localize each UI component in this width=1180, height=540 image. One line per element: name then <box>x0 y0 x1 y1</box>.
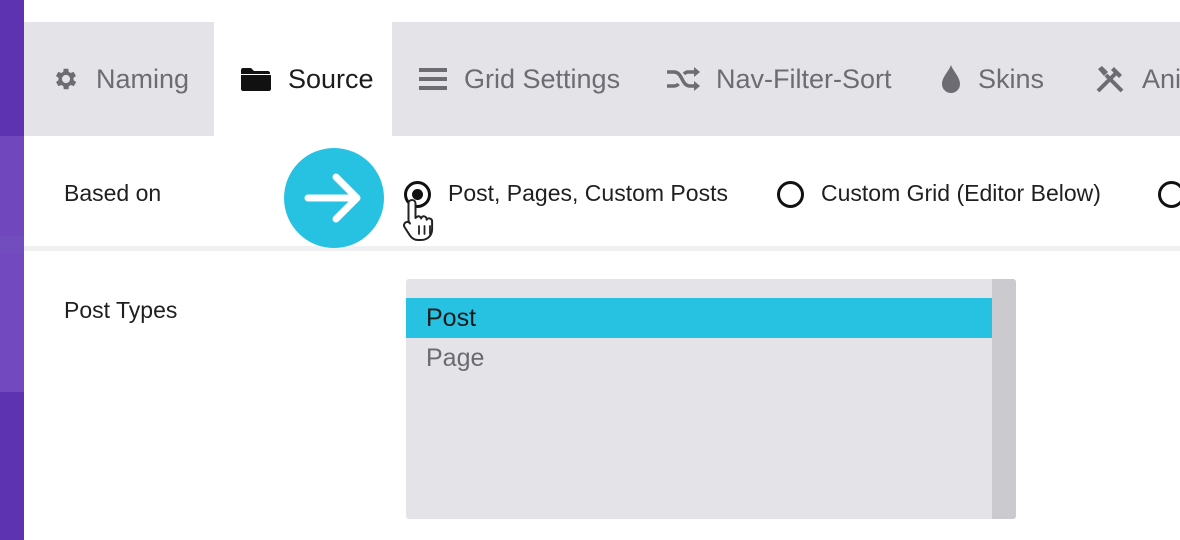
tab-label: Naming <box>96 63 190 94</box>
tab-source[interactable]: Source <box>214 22 392 136</box>
tab-nav-filter-sort[interactable]: Nav-Filter-Sort <box>666 22 916 136</box>
tab-label: Source <box>288 63 374 94</box>
based-on-label: Based on <box>64 180 162 206</box>
tab-grid-settings[interactable]: Grid Settings <box>392 22 646 136</box>
sidebar-segment-active <box>0 254 24 392</box>
settings-tab-bar: Naming Source Grid Settings Nav-Filter-S… <box>24 22 1180 136</box>
tab-naming[interactable]: Naming <box>24 22 214 136</box>
folder-icon <box>240 66 272 92</box>
sidebar-segment <box>0 0 24 136</box>
radio-custom-grid[interactable] <box>777 181 804 208</box>
sidebar-segment <box>0 392 24 540</box>
left-sidebar-strip <box>0 0 24 540</box>
listbox-scrollbar[interactable] <box>992 279 1016 519</box>
tab-label: Grid Settings <box>464 63 621 94</box>
row-divider <box>24 246 1180 251</box>
radio-third-option[interactable] <box>1158 181 1180 208</box>
gear-icon <box>52 65 80 93</box>
arrow-right-icon <box>284 148 384 248</box>
list-item-page[interactable]: Page <box>406 338 992 378</box>
radio-label-post-pages-custom[interactable]: Post, Pages, Custom Posts <box>448 180 728 207</box>
tab-label: Skins <box>978 63 1045 94</box>
list-item-post[interactable]: Post <box>406 298 992 338</box>
hand-pointer-icon <box>402 199 434 241</box>
sidebar-segment-gap <box>0 236 24 254</box>
tab-label: Nav-Filter-Sort <box>716 63 892 94</box>
tools-icon <box>1094 63 1126 95</box>
radio-label-custom-grid[interactable]: Custom Grid (Editor Below) <box>821 180 1101 207</box>
drop-icon <box>940 64 962 94</box>
sidebar-segment-active <box>0 136 24 236</box>
tab-animations[interactable]: Ani <box>1094 22 1180 136</box>
tab-skins[interactable]: Skins <box>940 22 1090 136</box>
post-types-label: Post Types <box>64 297 178 323</box>
menu-icon <box>418 66 448 92</box>
tab-label: Ani <box>1142 63 1180 94</box>
shuffle-icon <box>666 66 700 92</box>
post-types-listbox[interactable]: Post Page <box>406 279 1016 519</box>
